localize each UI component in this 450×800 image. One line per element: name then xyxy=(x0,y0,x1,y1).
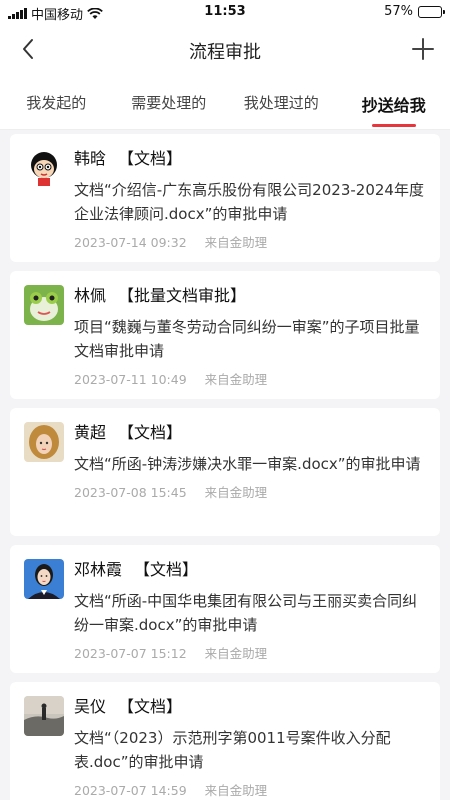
list-item[interactable]: 邓林霞 【文档】 文档“所函-中国华电集团有限公司与王丽买卖合同纠纷一审案.doc… xyxy=(10,545,440,673)
tab-active-indicator xyxy=(371,124,416,127)
item-type-tag: 【文档】 xyxy=(118,697,183,716)
status-bar: 中国移动 11:53 57% xyxy=(0,0,450,24)
list-item[interactable]: 韩晗 【文档】 文档“介绍信-广东高乐股份有限公司2023-2024年度企业法律顾… xyxy=(10,134,440,262)
item-source: 来自金助理 xyxy=(204,235,268,250)
item-meta: 2023-07-08 15:45 来自金助理 xyxy=(74,484,428,502)
item-header: 韩晗 【文档】 xyxy=(74,148,428,172)
item-type-tag: 【文档】 xyxy=(118,149,183,168)
item-header: 邓林霞 【文档】 xyxy=(74,559,428,583)
page-title: 流程审批 xyxy=(189,42,261,63)
nav-bar: 流程审批 xyxy=(0,24,450,74)
item-source: 来自金助理 xyxy=(204,372,268,387)
item-header: 黄超 【文档】 xyxy=(74,422,428,446)
item-time: 2023-07-08 15:45 xyxy=(74,485,187,500)
item-source: 来自金助理 xyxy=(204,783,268,798)
item-sender: 黄超 xyxy=(74,423,107,442)
item-header: 吴仪 【文档】 xyxy=(74,696,428,720)
item-sender: 邓林霞 xyxy=(74,560,123,579)
approval-list: 韩晗 【文档】 文档“介绍信-广东高乐股份有限公司2023-2024年度企业法律顾… xyxy=(10,134,440,800)
item-meta: 2023-07-14 09:32 来自金助理 xyxy=(74,234,428,252)
item-time: 2023-07-14 09:32 xyxy=(74,235,187,250)
avatar xyxy=(24,559,64,599)
tab-label: 需要处理的 xyxy=(131,94,207,112)
battery-percent: 57% xyxy=(384,4,413,19)
item-time: 2023-07-11 10:49 xyxy=(74,372,187,387)
tab-label: 抄送给我 xyxy=(361,96,426,115)
item-description: 文档“所函-钟涛涉嫌决水罪一审案.docx”的审批申请 xyxy=(74,455,421,473)
avatar xyxy=(24,696,64,736)
tab-initiated[interactable]: 我发起的 xyxy=(0,74,113,129)
clock: 11:53 xyxy=(204,4,246,19)
item-source: 来自金助理 xyxy=(204,485,268,500)
plus-icon[interactable] xyxy=(408,34,438,64)
avatar xyxy=(24,422,64,462)
item-header: 林佩 【批量文档审批】 xyxy=(74,285,428,309)
item-sender: 吴仪 xyxy=(74,697,107,716)
item-meta: 2023-07-11 10:49 来自金助理 xyxy=(74,371,428,389)
item-time: 2023-07-07 15:12 xyxy=(74,646,187,661)
item-sender: 韩晗 xyxy=(74,149,107,168)
tab-to-process[interactable]: 需要处理的 xyxy=(113,74,226,129)
item-description: 文档“（2023）示范刑字第0011号案件收入分配表.doc”的审批申请 xyxy=(74,729,391,771)
item-description: 项目“魏巍与董冬劳动合同纠纷一审案”的子项目批量文档审批申请 xyxy=(74,318,420,360)
item-type-tag: 【文档】 xyxy=(118,423,183,442)
tab-bar: 我发起的 需要处理的 我处理过的 抄送给我 xyxy=(0,74,450,130)
item-type-tag: 【文档】 xyxy=(134,560,199,579)
item-meta: 2023-07-07 14:59 来自金助理 xyxy=(74,782,428,800)
tab-label: 我处理过的 xyxy=(243,94,319,112)
tab-label: 我发起的 xyxy=(26,94,87,112)
battery-icon xyxy=(418,5,445,18)
item-sender: 林佩 xyxy=(74,286,107,305)
tab-cc-to-me[interactable]: 抄送给我 xyxy=(338,74,450,129)
item-time: 2023-07-07 14:59 xyxy=(74,783,187,798)
item-source: 来自金助理 xyxy=(204,646,268,661)
item-type-tag: 【批量文档审批】 xyxy=(118,286,247,305)
item-meta: 2023-07-07 15:12 来自金助理 xyxy=(74,645,428,663)
avatar xyxy=(24,148,64,188)
tab-processed[interactable]: 我处理过的 xyxy=(225,74,338,129)
list-item[interactable]: 吴仪 【文档】 文档“（2023）示范刑字第0011号案件收入分配表.doc”的审… xyxy=(10,682,440,800)
battery-info: 57% xyxy=(384,4,445,19)
item-description: 文档“所函-中国华电集团有限公司与王丽买卖合同纠纷一审案.docx”的审批申请 xyxy=(74,592,418,634)
item-description: 文档“介绍信-广东高乐股份有限公司2023-2024年度企业法律顾问.docx”… xyxy=(74,181,424,223)
list-item[interactable]: 黄超 【文档】 文档“所函-钟涛涉嫌决水罪一审案.docx”的审批申请 2023-… xyxy=(10,408,440,536)
list-item[interactable]: 林佩 【批量文档审批】 项目“魏巍与董冬劳动合同纠纷一审案”的子项目批量文档审批申… xyxy=(10,271,440,399)
avatar xyxy=(24,285,64,325)
